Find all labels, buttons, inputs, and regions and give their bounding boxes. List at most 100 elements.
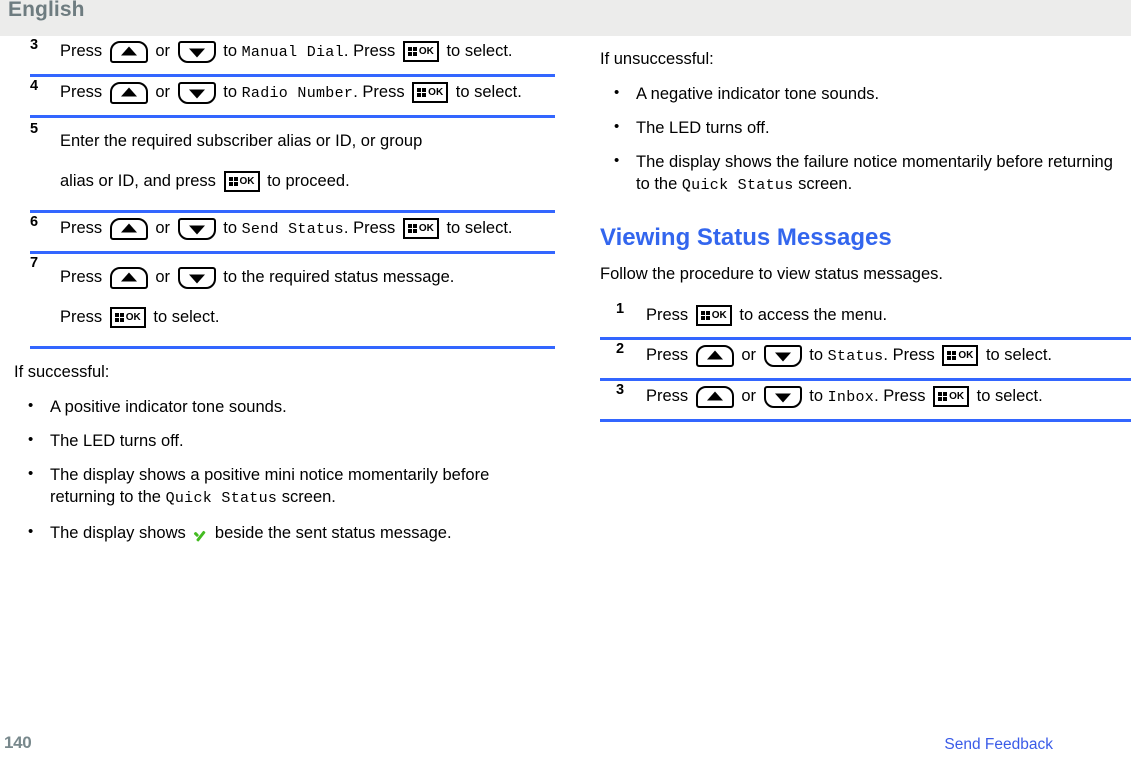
step-to-label: to xyxy=(223,219,237,237)
step-to-label: to xyxy=(809,346,823,364)
step-press2-label: . Press xyxy=(874,387,926,405)
step-press2-label: . Press xyxy=(353,83,405,101)
step-line1: Enter the required subscriber alias or I… xyxy=(60,132,423,150)
step-or-label: or xyxy=(155,268,171,286)
step-press-label: Press xyxy=(646,346,689,364)
up-arrow-key-icon[interactable] xyxy=(109,266,148,289)
success-lead: If successful: xyxy=(14,363,110,381)
success-bullet-list: A positive indicator tone sounds. The LE… xyxy=(14,395,555,544)
menu-ok-key-icon[interactable]: OK xyxy=(942,345,979,367)
step-press2-label: Press xyxy=(60,308,103,326)
menu-ok-key-icon[interactable]: OK xyxy=(402,41,439,63)
step-press-label: Press xyxy=(60,219,103,237)
step-press-label: Press xyxy=(60,42,103,60)
down-arrow-key-icon[interactable] xyxy=(177,40,216,63)
step-tail-label: to select. xyxy=(455,83,522,101)
step-text: Press or to Status. Press OK to select. xyxy=(646,343,1131,369)
view-step-2: 2 Press or to Status. Press OK to select… xyxy=(600,340,1131,381)
page-footer: 140 Send Feedback xyxy=(0,728,1131,762)
step-or-label: or xyxy=(741,387,757,405)
list-item: The display shows a positive mini notice… xyxy=(14,463,555,510)
list-item: The LED turns off. xyxy=(600,116,1131,139)
grid-icon xyxy=(938,392,948,402)
right-column: If unsuccessful: A negative indicator to… xyxy=(600,36,1131,422)
step-press2-label: . Press xyxy=(343,42,396,60)
step-divider xyxy=(600,419,1131,422)
step-or-label: or xyxy=(155,219,171,237)
step-press-label: Press xyxy=(60,83,103,101)
screen-string: Send Status xyxy=(241,221,344,238)
grid-icon xyxy=(114,313,124,323)
up-arrow-key-icon[interactable] xyxy=(109,217,148,240)
list-item: The display shows the failure notice mom… xyxy=(600,150,1131,197)
grid-icon xyxy=(407,224,417,234)
page-header-language-label: English xyxy=(8,0,85,21)
step-to-label: to xyxy=(223,42,237,60)
document-page: English 3 Press or to Manual Dial. Press… xyxy=(0,0,1131,762)
page-body: 3 Press or to Manual Dial. Press OK to s… xyxy=(0,36,1131,728)
step-line2b: to proceed. xyxy=(267,172,350,190)
list-item: The LED turns off. xyxy=(14,429,555,452)
page-header-band: English xyxy=(0,0,1131,36)
down-arrow-key-icon[interactable] xyxy=(177,217,216,240)
screen-string: Status xyxy=(827,348,884,365)
step-number: 1 xyxy=(616,301,625,317)
down-arrow-key-icon[interactable] xyxy=(763,385,802,408)
step-press2-label: . Press xyxy=(343,219,396,237)
step-or-label: or xyxy=(741,346,757,364)
step-press2-label: . Press xyxy=(883,346,935,364)
step-tail-label: to select. xyxy=(985,346,1052,364)
menu-ok-key-icon[interactable]: OK xyxy=(933,386,970,408)
down-arrow-key-icon[interactable] xyxy=(763,344,802,367)
send-feedback-link[interactable]: Send Feedback xyxy=(944,736,1053,754)
step-to-label: to xyxy=(223,83,237,101)
down-arrow-key-icon[interactable] xyxy=(177,81,216,104)
step-text: Press OK to access the menu. xyxy=(646,303,1131,328)
menu-ok-key-icon[interactable]: OK xyxy=(402,218,439,240)
unsuccessful-bullet-list: A negative indicator tone sounds. The LE… xyxy=(600,82,1131,197)
menu-ok-key-icon[interactable]: OK xyxy=(223,171,260,193)
step-to-label: to the required status message. xyxy=(223,268,455,286)
step-or-label: or xyxy=(155,42,171,60)
step-press-label: Press xyxy=(646,387,689,405)
up-arrow-key-icon[interactable] xyxy=(695,344,734,367)
step-number: 7 xyxy=(30,255,39,271)
step-4: 4 Press or to Radio Number. Press OK to … xyxy=(14,77,555,118)
bullet-text-post: beside the sent status message. xyxy=(210,524,452,542)
step-or-label: or xyxy=(155,83,171,101)
step-text: Press or to the required status message.… xyxy=(60,257,555,337)
step-to-label: to xyxy=(809,387,823,405)
step-text: Press or to Radio Number. Press OK to se… xyxy=(60,80,555,106)
step-divider xyxy=(30,346,555,349)
step-number: 3 xyxy=(30,37,39,53)
bullet-text: A positive indicator tone sounds. xyxy=(50,398,287,416)
green-check-icon xyxy=(192,526,208,542)
step-5: 5 Enter the required subscriber alias or… xyxy=(14,118,555,213)
grid-icon xyxy=(700,311,710,321)
up-arrow-key-icon[interactable] xyxy=(109,81,148,104)
down-arrow-key-icon[interactable] xyxy=(177,266,216,289)
ok-key-label: OK xyxy=(958,349,974,361)
step-text: Press or to Inbox. Press OK to select. xyxy=(646,384,1131,410)
step-7: 7 Press or to the required status messag… xyxy=(14,254,555,349)
up-arrow-key-icon[interactable] xyxy=(109,40,148,63)
ok-key-label: OK xyxy=(428,86,444,98)
menu-ok-key-icon[interactable]: OK xyxy=(412,82,449,104)
step-text: Enter the required subscriber alias or I… xyxy=(60,121,555,201)
menu-ok-key-icon[interactable]: OK xyxy=(109,307,146,329)
step-number: 6 xyxy=(30,214,39,230)
up-arrow-key-icon[interactable] xyxy=(695,385,734,408)
view-step-3: 3 Press or to Inbox. Press OK to select. xyxy=(600,381,1131,422)
bullet-text-post: screen. xyxy=(277,488,336,506)
list-item: A negative indicator tone sounds. xyxy=(600,82,1131,105)
bullet-text: A negative indicator tone sounds. xyxy=(636,85,880,103)
step-tail-label: to select. xyxy=(446,219,513,237)
menu-ok-key-icon[interactable]: OK xyxy=(695,305,732,327)
page-number: 140 xyxy=(4,733,32,752)
section-intro: Follow the procedure to view status mess… xyxy=(600,265,943,283)
ok-key-label: OK xyxy=(949,390,965,402)
step-line2a: alias or ID, and press xyxy=(60,172,216,190)
list-item: A positive indicator tone sounds. xyxy=(14,395,555,418)
ok-key-label: OK xyxy=(418,45,434,57)
screen-string: Quick Status xyxy=(681,177,794,194)
